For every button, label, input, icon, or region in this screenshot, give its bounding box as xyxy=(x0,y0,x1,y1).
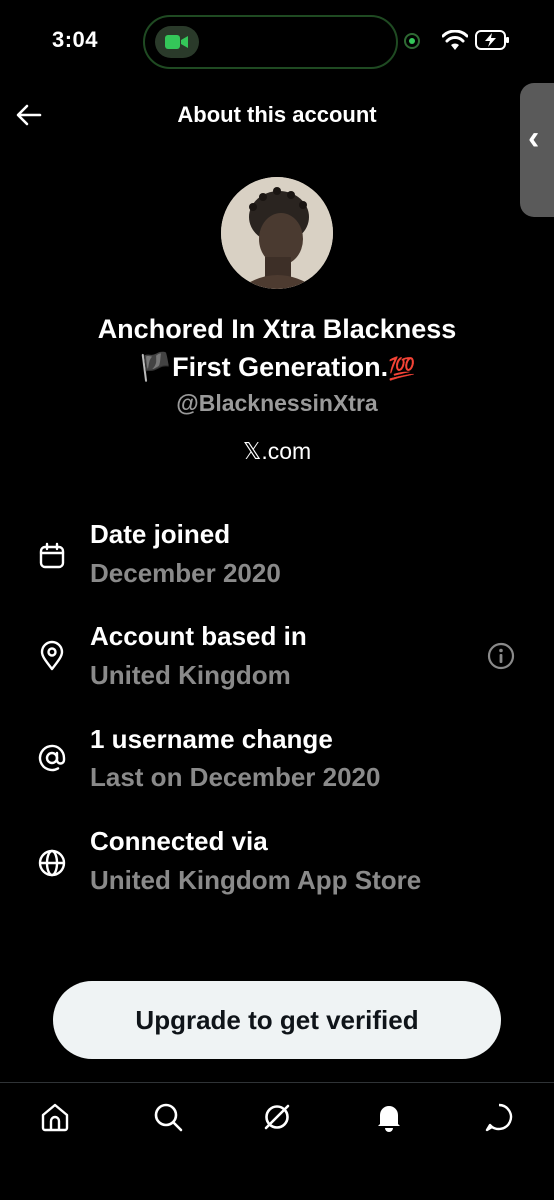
display-name-line2-text: First Generation. xyxy=(172,352,389,382)
avatar[interactable] xyxy=(221,177,333,289)
detail-label-account-based: Account based in xyxy=(90,621,307,651)
avatar-image xyxy=(221,177,333,289)
detail-value-username-change: Last on December 2020 xyxy=(90,762,381,792)
info-icon[interactable] xyxy=(486,641,516,671)
detail-value-date-joined: December 2020 xyxy=(90,558,281,588)
hundred-emoji: 💯 xyxy=(388,356,416,381)
calendar-icon xyxy=(39,542,65,569)
username-handle: @BlacknessinXtra xyxy=(176,390,378,416)
notifications-icon[interactable] xyxy=(372,1100,406,1134)
search-icon[interactable] xyxy=(151,1100,185,1134)
wifi-icon xyxy=(442,30,468,50)
status-time: 3:04 xyxy=(52,27,99,52)
display-name: Anchored In Xtra Blackness 🏴First Genera… xyxy=(0,310,554,388)
home-icon[interactable] xyxy=(38,1100,72,1134)
facetime-icon xyxy=(155,26,199,58)
flag-emoji: 🏴 xyxy=(138,352,173,382)
detail-label-connected-via: Connected via xyxy=(90,826,268,856)
nav-divider xyxy=(0,1082,554,1083)
dynamic-island xyxy=(143,15,398,69)
battery-charging-icon xyxy=(475,30,509,50)
side-panel-handle[interactable]: ‹ xyxy=(520,83,554,217)
display-name-line2: 🏴First Generation.💯 xyxy=(0,348,554,388)
globe-icon xyxy=(38,849,66,877)
detail-label-username-change: 1 username change xyxy=(90,724,333,754)
at-sign-icon xyxy=(38,744,66,772)
grok-icon[interactable] xyxy=(260,1100,294,1134)
location-pin-icon xyxy=(40,640,64,671)
site-label: 𝕏.com xyxy=(242,438,312,464)
detail-value-account-based: United Kingdom xyxy=(90,660,291,690)
detail-value-connected-via: United Kingdom App Store xyxy=(90,865,422,895)
camera-indicator-dot xyxy=(409,38,415,44)
display-name-line1: Anchored In Xtra Blackness xyxy=(97,314,457,344)
chevron-left-icon: ‹ xyxy=(528,119,540,157)
messages-icon[interactable] xyxy=(482,1100,516,1134)
upgrade-button[interactable]: Upgrade to get verified xyxy=(53,981,501,1059)
detail-label-date-joined: Date joined xyxy=(90,519,231,549)
page-title: About this account xyxy=(177,102,377,127)
